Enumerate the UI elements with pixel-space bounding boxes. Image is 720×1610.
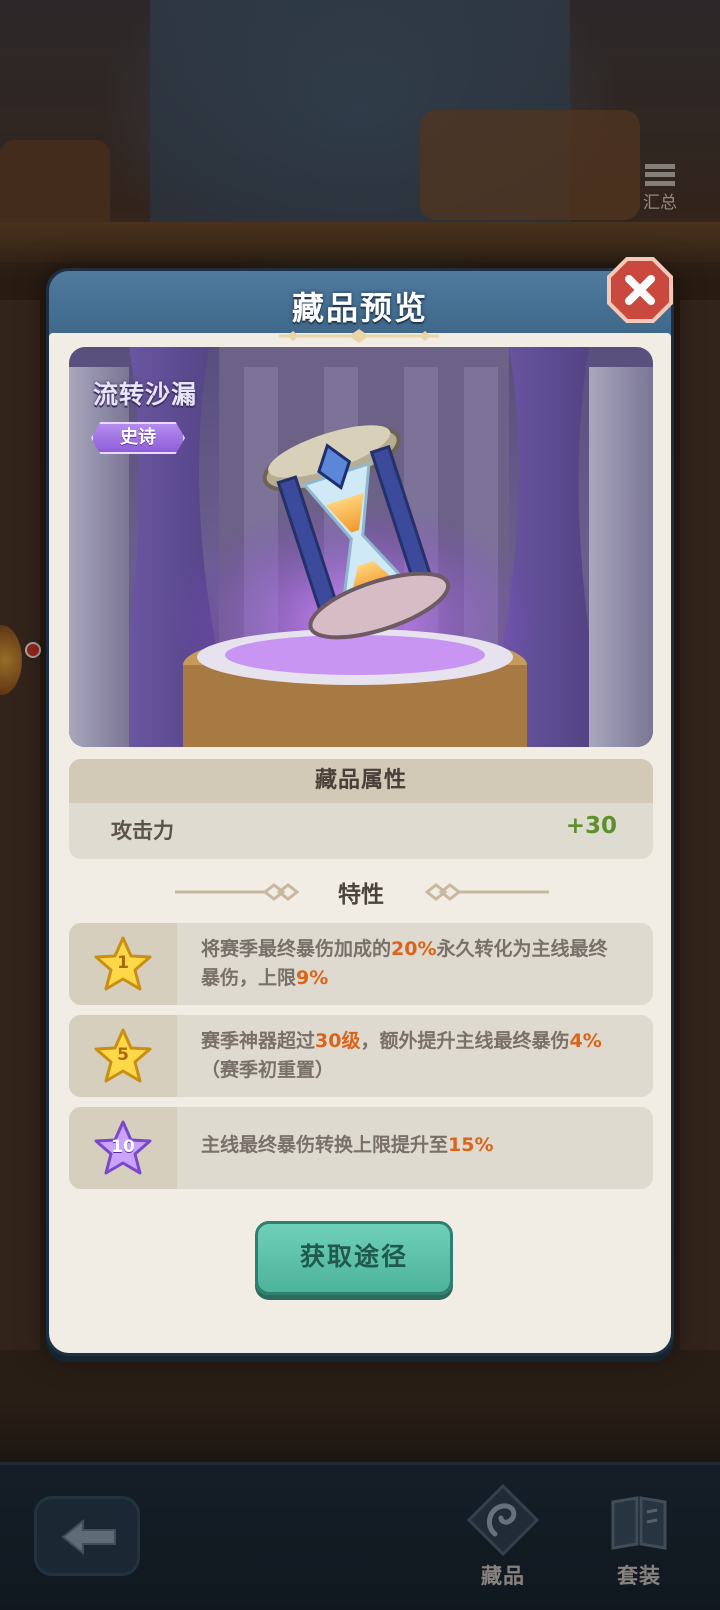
- obtain-method-button[interactable]: 获取途径: [255, 1221, 453, 1295]
- traits-title: 特性: [338, 882, 384, 908]
- trait-highlight: 4%: [569, 1030, 602, 1052]
- trait-row: 10 主线最终暴伤转换上限提升至15%: [69, 1107, 653, 1189]
- trait-highlight: 30级: [315, 1030, 361, 1052]
- attribute-value: +30: [565, 813, 617, 839]
- obtain-method-label: 获取途径: [299, 1242, 408, 1271]
- trait-highlight: 15%: [448, 1134, 494, 1156]
- trait-text: 将赛季最终暴伤加成的: [201, 938, 392, 960]
- trait-highlight: 9%: [296, 967, 329, 989]
- traits-heading: 特性: [69, 869, 653, 915]
- dialog-title: 藏品预览: [291, 289, 428, 327]
- trait-level-badge: 10: [69, 1107, 177, 1189]
- trait-row: 1 将赛季最终暴伤加成的20%永久转化为主线最终暴伤，上限9%: [69, 923, 653, 1005]
- trait-level: 10: [111, 1137, 135, 1157]
- trait-text: ，额外提升主线最终暴伤: [360, 1030, 570, 1052]
- trait-highlight: 20%: [391, 938, 437, 960]
- trait-level: 1: [117, 953, 129, 973]
- rarity-badge: 史诗: [91, 422, 185, 454]
- attribute-panel: 藏品属性 攻击力 +30: [69, 759, 653, 859]
- trait-row: 5 赛季神器超过30级，额外提升主线最终暴伤4% （赛季初重置）: [69, 1015, 653, 1097]
- dialog-body: 流转沙漏 史诗 藏品属性 攻击力 +30 特性 1 将赛季最终暴伤加成的20%永…: [49, 333, 671, 1353]
- trait-text: 赛季神器超过: [201, 1030, 316, 1052]
- trait-description: 赛季神器超过30级，额外提升主线最终暴伤4% （赛季初重置）: [201, 1027, 621, 1085]
- attribute-name: 攻击力: [111, 819, 174, 843]
- trait-level: 5: [117, 1045, 129, 1065]
- item-name: 流转沙漏: [93, 380, 198, 409]
- title-ornament: [279, 329, 439, 343]
- trait-text: （赛季初重置）: [201, 1059, 335, 1081]
- attribute-row: 攻击力 +30: [69, 803, 653, 859]
- item-artwork: 流转沙漏 史诗: [69, 347, 653, 747]
- divider-ornament-right: [424, 883, 549, 901]
- collection-preview-dialog: 藏品预览 流转沙漏 史诗 藏品属性 攻击力 +30 特性 1 将赛季最终暴伤加成…: [46, 257, 674, 1356]
- attribute-header: 藏品属性: [69, 759, 653, 803]
- close-button[interactable]: [607, 257, 673, 323]
- trait-description: 主线最终暴伤转换上限提升至15%: [201, 1131, 621, 1160]
- trait-text: 主线最终暴伤转换上限提升至: [201, 1134, 449, 1156]
- trait-level-badge: 1: [69, 923, 177, 1005]
- trait-description: 将赛季最终暴伤加成的20%永久转化为主线最终暴伤，上限9%: [201, 935, 621, 993]
- trait-level-badge: 5: [69, 1015, 177, 1097]
